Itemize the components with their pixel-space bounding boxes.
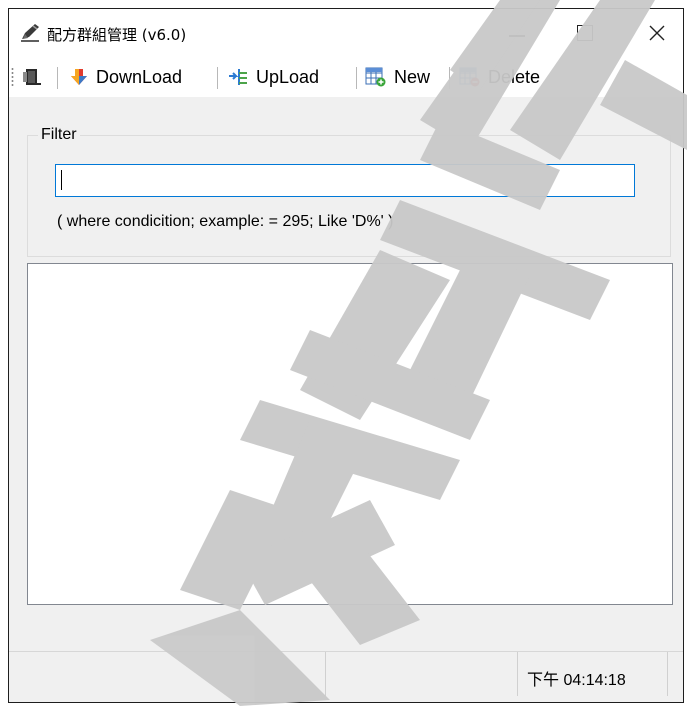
delete-label: Delete (488, 66, 541, 87)
toolbar-grip[interactable] (11, 67, 14, 87)
download-label: DownLoad (96, 66, 183, 87)
text-caret (61, 170, 62, 190)
toolbar-separator (217, 67, 218, 89)
toolbar: DownLoad UpLoad New Delete (9, 57, 683, 97)
filter-input[interactable] (55, 164, 635, 197)
upload-label: UpLoad (256, 66, 320, 87)
window-title: 配方群組管理 (v6.0) (47, 26, 187, 44)
new-label: New (394, 66, 431, 87)
filter-hint: ( where condicition; example: = 295; Lik… (57, 213, 394, 230)
status-segment (9, 652, 326, 696)
status-segment (517, 652, 668, 696)
toolbar-separator (449, 67, 450, 89)
minimize-button[interactable] (491, 9, 543, 57)
app-window: 配方群組管理 (v6.0) DownLoad UpLoad New Delete… (8, 8, 684, 703)
new-button[interactable]: New (365, 63, 430, 91)
status-bar: 下午 04:14:18 (9, 651, 683, 696)
recipe-group-list[interactable] (27, 263, 673, 605)
download-icon (71, 69, 87, 85)
new-table-icon (365, 67, 386, 87)
close-button[interactable] (631, 9, 683, 57)
door-exit-icon (23, 69, 41, 85)
maximize-button[interactable] (559, 9, 611, 57)
upload-button[interactable]: UpLoad (227, 63, 319, 91)
filter-legend: Filter (38, 126, 80, 144)
toolbar-separator (356, 67, 357, 89)
close-icon (649, 25, 665, 41)
maximize-icon (577, 25, 593, 41)
minimize-icon (509, 35, 525, 37)
toolbar-separator (57, 67, 58, 89)
delete-button[interactable]: Delete (459, 63, 540, 91)
status-segment (325, 652, 518, 696)
download-button[interactable]: DownLoad (69, 63, 182, 91)
delete-table-icon (459, 67, 480, 87)
upload-icon (229, 69, 247, 85)
exit-button[interactable] (21, 63, 50, 91)
title-bar[interactable]: 配方群組管理 (v6.0) (9, 9, 683, 57)
pen-icon (21, 24, 39, 42)
